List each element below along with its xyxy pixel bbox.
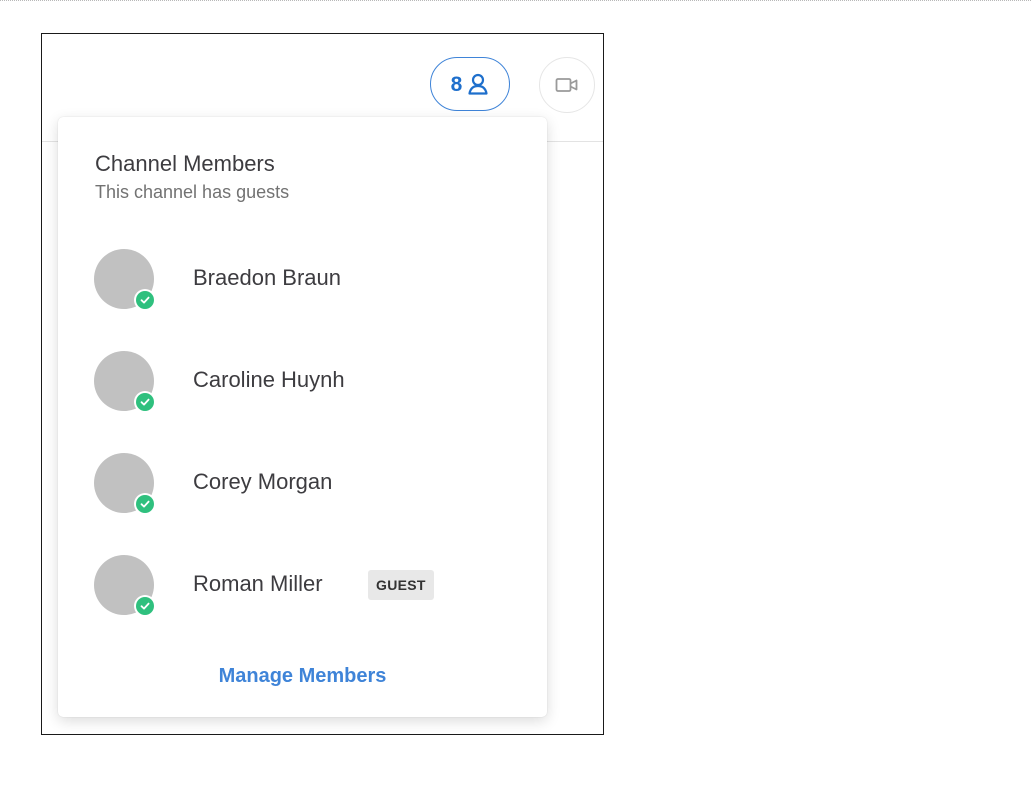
popover-title: Channel Members bbox=[95, 151, 275, 176]
manage-members-link[interactable]: Manage Members bbox=[58, 665, 547, 688]
member-name: Corey Morgan bbox=[193, 469, 333, 494]
channel-members-popover: Channel Members This channel has guests … bbox=[58, 117, 547, 717]
online-status-icon bbox=[134, 493, 156, 515]
avatar bbox=[94, 453, 156, 515]
guest-badge: GUEST bbox=[368, 570, 434, 600]
avatar bbox=[94, 249, 156, 311]
online-status-icon bbox=[134, 391, 156, 413]
member-row[interactable]: Corey Morgan bbox=[58, 447, 547, 549]
member-count: 8 bbox=[450, 72, 463, 96]
member-row[interactable]: Braedon Braun bbox=[58, 243, 547, 345]
online-status-icon bbox=[134, 289, 156, 311]
avatar bbox=[94, 555, 156, 617]
online-status-icon bbox=[134, 595, 156, 617]
member-name: Roman Miller bbox=[193, 571, 323, 596]
avatar bbox=[94, 351, 156, 413]
member-name: Caroline Huynh bbox=[193, 367, 345, 392]
member-row[interactable]: Caroline Huynh bbox=[58, 345, 547, 447]
video-icon bbox=[555, 76, 579, 94]
video-call-button[interactable] bbox=[539, 57, 595, 113]
user-icon bbox=[467, 73, 489, 95]
popover-subtitle: This channel has guests bbox=[95, 182, 290, 202]
member-name: Braedon Braun bbox=[193, 265, 341, 290]
member-row[interactable]: Roman Miller GUEST bbox=[58, 549, 547, 651]
channel-header-frame: 8 Channel Members This channel has guest… bbox=[41, 33, 604, 735]
member-count-button[interactable]: 8 bbox=[430, 57, 510, 111]
page-top-divider bbox=[0, 0, 1031, 1]
member-list: Braedon Braun Caroline Huynh Corey Morga… bbox=[58, 243, 547, 651]
